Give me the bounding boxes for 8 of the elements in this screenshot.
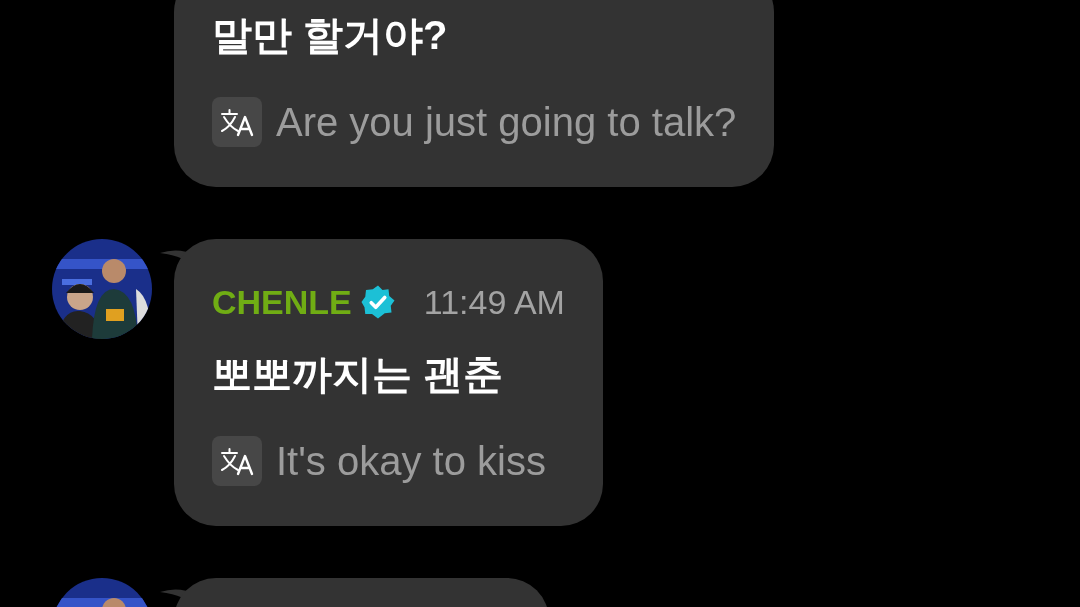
translation-text: Are you just going to talk? [276,99,737,145]
translate-icon[interactable] [212,97,262,147]
translate-icon[interactable] [212,436,262,486]
message-text: 말만 할거야? [212,12,449,59]
message-text: 뽀뽀까지는 괜춘 [212,351,505,398]
translation-text: It's okay to kiss [276,438,546,484]
message-time: 11:49 AM [423,282,565,322]
sender-name: CHENLE [212,282,352,322]
